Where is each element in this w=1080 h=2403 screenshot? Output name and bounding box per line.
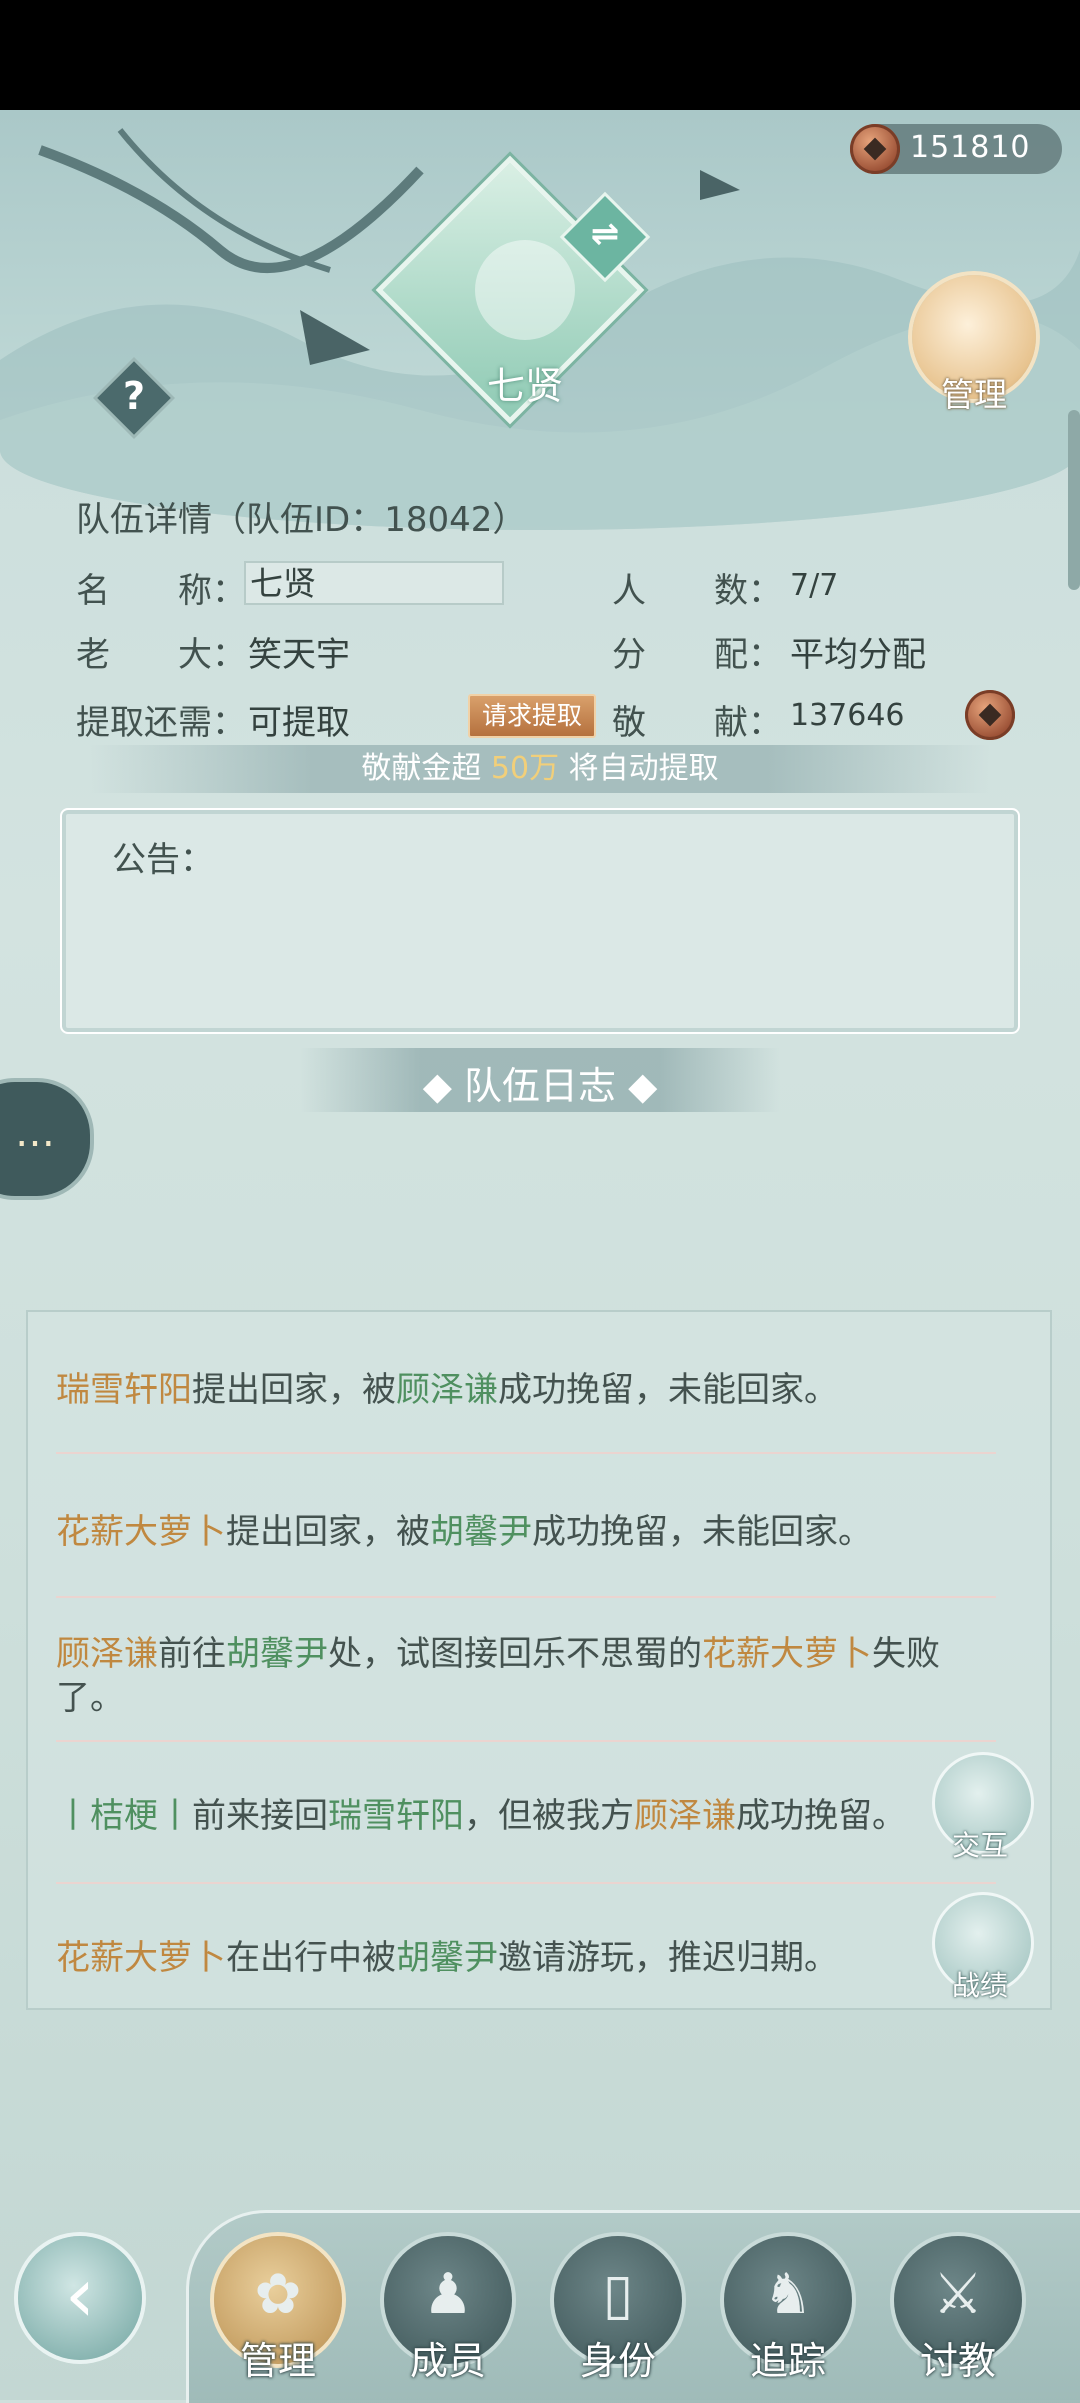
log-text: ，但被我方	[464, 1796, 634, 1836]
log-player-name[interactable]: 胡馨尹	[226, 1634, 328, 1674]
contribution-coin-icon[interactable]	[965, 690, 1015, 740]
copper-coin-icon	[850, 124, 900, 174]
log-player-name[interactable]: 花薪大萝卜	[56, 1512, 226, 1552]
log-player-name[interactable]: 瑞雪轩阳	[56, 1370, 192, 1410]
identity-card-icon: ▯	[602, 2262, 634, 2327]
log-player-name[interactable]: 顾泽谦	[634, 1796, 736, 1836]
boot-icon: ♞	[762, 2262, 814, 2327]
name-label: 名 称：	[76, 571, 246, 611]
question-icon: ?	[122, 374, 146, 418]
log-text: 成功挽留，未能回家。	[532, 1512, 872, 1552]
log-text: 前来接回	[192, 1796, 328, 1836]
log-text: 在出行中被	[226, 1938, 396, 1978]
currency-value: 151810	[910, 130, 1031, 165]
gourd-icon	[475, 240, 575, 340]
log-text: 前往	[158, 1634, 226, 1674]
log-divider	[56, 1452, 996, 1454]
nav-label: 身份	[579, 2339, 656, 2383]
contribution-label: 敬 献：	[612, 703, 782, 743]
log-text: 提出回家，被	[192, 1370, 396, 1410]
log-player-name[interactable]: 顾泽谦	[396, 1370, 498, 1410]
log-entry: 顾泽谦前往胡馨尹处，试图接回乐不思蜀的花薪大萝卜失败了。	[56, 1632, 1006, 1720]
nav-label: 追踪	[749, 2339, 826, 2383]
members-label: 人 数：	[612, 571, 782, 611]
log-player-name[interactable]: 丨桔梗丨	[56, 1796, 192, 1836]
log-player-name[interactable]: 花薪大萝卜	[702, 1634, 872, 1674]
withdraw-label: 提取还需：	[76, 703, 246, 743]
log-player-name[interactable]: 胡馨尹	[396, 1938, 498, 1978]
log-entry: 瑞雪轩阳提出回家，被顾泽谦成功挽留，未能回家。	[56, 1368, 1006, 1412]
chat-bubble-icon: …	[15, 1110, 55, 1156]
nav-label: 成员	[409, 2339, 486, 2383]
log-text: 成功挽留。	[736, 1796, 906, 1836]
log-entry: 丨桔梗丨前来接回瑞雪轩阳，但被我方顾泽谦成功挽留。	[56, 1794, 1006, 1838]
distribution-value: 平均分配	[790, 635, 926, 675]
emblem-team-name: 七贤	[486, 364, 563, 408]
log-text: 提出回家，被	[226, 1512, 430, 1552]
withdraw-value: 可提取	[248, 703, 350, 743]
lotus-icon: ✿	[254, 2262, 302, 2327]
request-withdraw-button[interactable]: 请求提取	[468, 694, 596, 738]
back-arrow-icon: ‹	[64, 2250, 96, 2339]
auto-withdraw-hint: 敬献金超 50万 将自动提取	[90, 745, 990, 793]
members-icon: ♟	[422, 2262, 474, 2327]
members-value: 7/7	[790, 568, 839, 603]
team-details-title: 队伍详情（队伍ID：18042）	[76, 500, 527, 540]
log-text: 邀请游玩，推迟归期。	[498, 1938, 838, 1978]
log-player-name[interactable]: 花薪大萝卜	[56, 1938, 226, 1978]
side-drawer-handle[interactable]	[1068, 410, 1080, 590]
notice-label: 公告：	[112, 840, 214, 880]
log-divider	[56, 1740, 996, 1742]
log-player-name[interactable]: 顾泽谦	[56, 1634, 158, 1674]
log-player-name[interactable]: 胡馨尹	[430, 1512, 532, 1552]
log-divider	[56, 1882, 996, 1884]
currency-display: 151810	[850, 124, 1062, 174]
hint-suffix: 将自动提取	[559, 751, 719, 786]
interact-button-label: 交互	[951, 1829, 1008, 1862]
log-text: 处，试图接回乐不思蜀的	[328, 1634, 702, 1674]
log-entry: 花薪大萝卜在出行中被胡馨尹邀请游玩，推迟归期。	[56, 1936, 1006, 1980]
status-bar	[0, 0, 1080, 110]
leader-value: 笑天宇	[248, 635, 350, 675]
nav-label: 讨教	[919, 2339, 996, 2383]
hint-prefix: 敬献金超	[361, 751, 491, 786]
log-divider	[56, 1596, 996, 1598]
manage-button-label: 管理	[941, 375, 1007, 414]
team-name-field[interactable]: 七贤	[244, 561, 504, 605]
distribution-label: 分 配：	[612, 635, 782, 675]
log-player-name[interactable]: 瑞雪轩阳	[328, 1796, 464, 1836]
spear-icon: ⚔	[932, 2262, 984, 2327]
nav-label: 管理	[239, 2339, 316, 2383]
battle-record-label: 战绩	[951, 1969, 1008, 2002]
leader-label: 老 大：	[76, 635, 246, 675]
team-log-title: ◆ 队伍日志 ◆	[422, 1064, 658, 1108]
hint-amount: 50万	[490, 751, 560, 786]
log-entry: 花薪大萝卜提出回家，被胡馨尹成功挽留，未能回家。	[56, 1510, 1006, 1554]
swap-icon: ⇌	[590, 214, 620, 254]
log-text: 成功挽留，未能回家。	[498, 1370, 838, 1410]
contribution-value: 137646	[790, 698, 905, 733]
